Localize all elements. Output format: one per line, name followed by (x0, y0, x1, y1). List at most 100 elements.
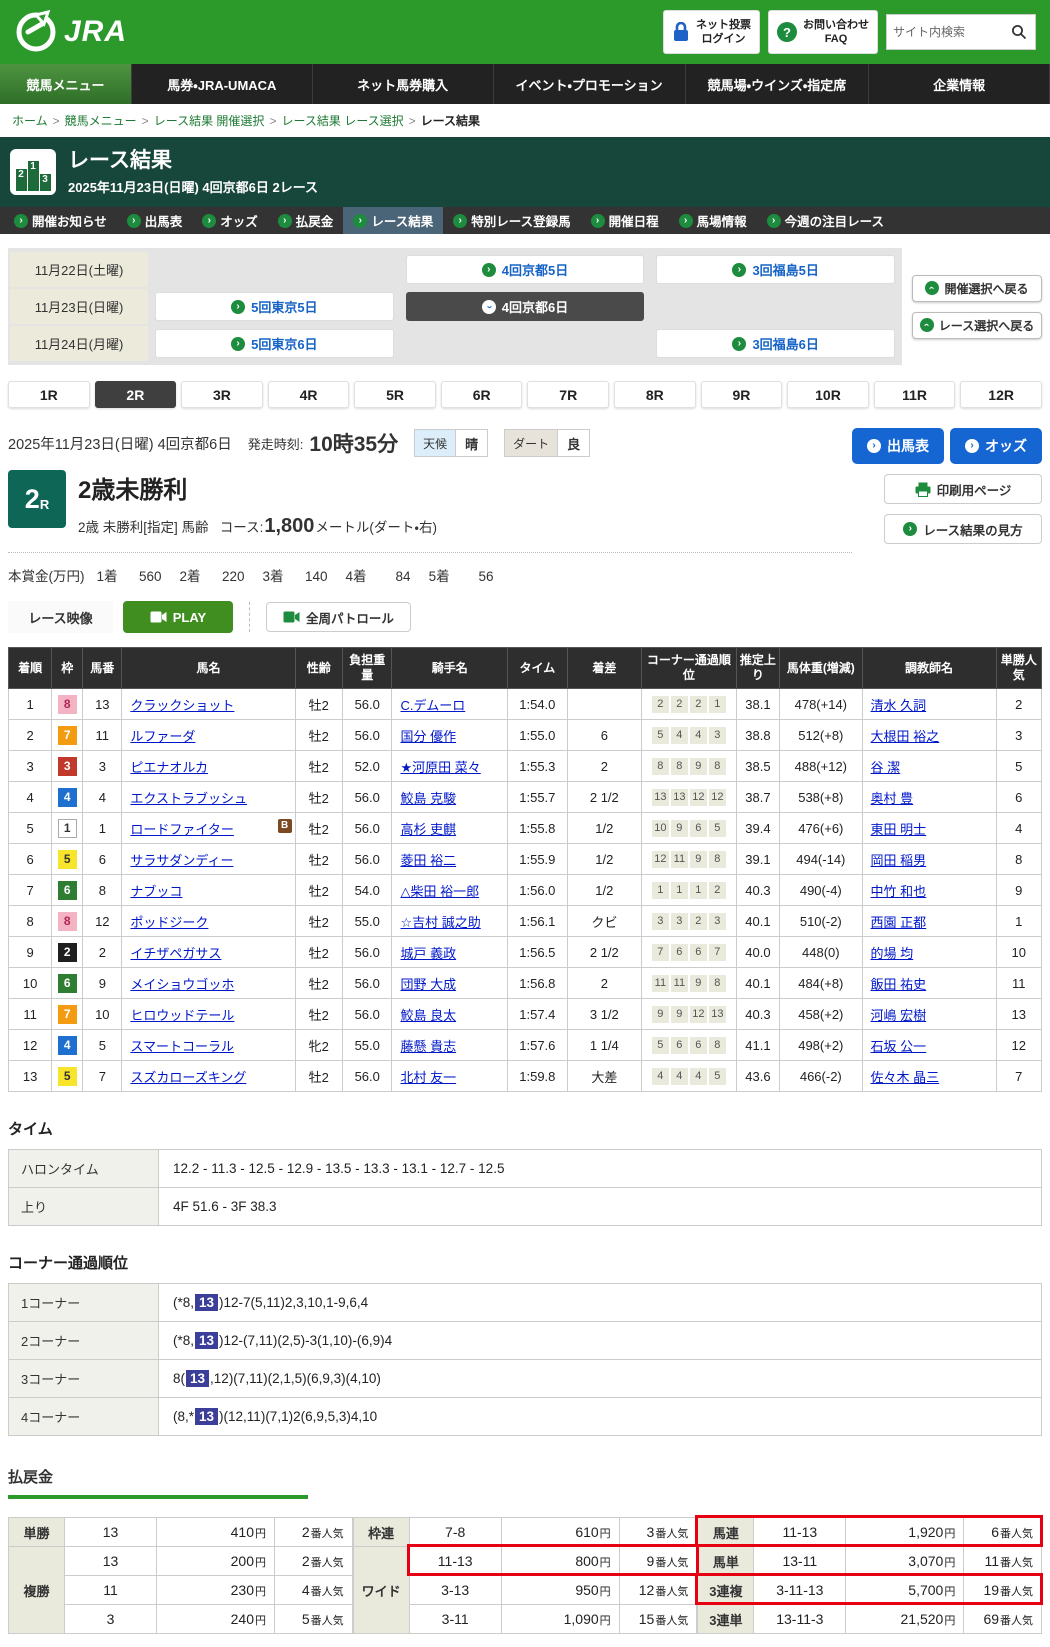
jra-logo[interactable]: JRA (14, 10, 127, 54)
sub-nav-item-2[interactable]: ›オッズ (192, 207, 268, 234)
jockey-link[interactable]: 高杉 吏麒 (400, 822, 456, 837)
nav-item-0[interactable]: 競馬メニュー (0, 64, 132, 104)
horse-name-link[interactable]: ナブッコ (130, 884, 182, 899)
race-tab-7R[interactable]: 7R (527, 381, 609, 408)
meeting-button-1-1[interactable]: ›4回京都6日 (406, 292, 645, 321)
race-tab-10R[interactable]: 10R (787, 381, 869, 408)
horse-name-link[interactable]: ピエナオルカ (130, 760, 208, 775)
meeting-button-0-2[interactable]: ›3回福島5日 (656, 255, 895, 284)
finish-time: 1:56.5 (507, 937, 567, 968)
jockey-link[interactable]: △柴田 裕一郎 (400, 884, 479, 899)
breadcrumb-separator: > (53, 114, 60, 128)
horse-name-link[interactable]: スマートコーラル (130, 1039, 234, 1054)
sub-nav-item-7[interactable]: ›馬場情報 (669, 207, 757, 234)
meeting-button-0-1[interactable]: ›4回京都5日 (406, 255, 645, 284)
trainer-link[interactable]: 中竹 和也 (871, 884, 927, 899)
search-icon[interactable] (1011, 24, 1027, 40)
jockey-link[interactable]: C.デムーロ (400, 698, 465, 713)
print-button[interactable]: 印刷用ページ (884, 474, 1042, 504)
sub-nav-item-8[interactable]: ›今週の注目レース (757, 207, 894, 234)
result-guide-button[interactable]: › レース結果の見方 (884, 514, 1042, 544)
odds-button[interactable]: › オッズ (950, 428, 1042, 464)
nav-item-1[interactable]: 馬券・JRA-UMACA (132, 64, 313, 104)
race-tab-12R[interactable]: 12R (960, 381, 1042, 408)
race-tab-9R[interactable]: 9R (701, 381, 783, 408)
jockey-link[interactable]: 国分 優作 (400, 729, 456, 744)
jockey-link[interactable]: 城戸 義政 (400, 946, 456, 961)
breadcrumb-item-3[interactable]: レース結果 レース選択 (281, 114, 403, 128)
jockey-link[interactable]: ☆吉村 誠之助 (400, 915, 480, 930)
back-to-meeting-select-button[interactable]: ›開催選択へ戻る (912, 275, 1042, 302)
trainer-link[interactable]: 清水 久詞 (871, 698, 927, 713)
horse-name-link[interactable]: ポッドジーク (130, 915, 208, 930)
trainer-link[interactable]: 谷 潔 (871, 760, 901, 775)
race-tab-4R[interactable]: 4R (268, 381, 350, 408)
back-to-race-select-button[interactable]: ›レース選択へ戻る (912, 312, 1042, 339)
jockey-link[interactable]: ★河原田 菜々 (400, 760, 480, 775)
waku-badge: 6 (58, 974, 77, 993)
race-tab-8R[interactable]: 8R (614, 381, 696, 408)
race-tab-5R[interactable]: 5R (354, 381, 436, 408)
nav-item-3[interactable]: イベント・プロモーション (494, 64, 686, 104)
meeting-button-2-2[interactable]: ›3回福島6日 (656, 329, 895, 358)
nav-item-4[interactable]: 競馬場・ウインズ・指定席 (686, 64, 870, 104)
jockey-link[interactable]: 藤懸 貴志 (400, 1039, 456, 1054)
waku-cell: 7 (52, 720, 83, 751)
horse-name-link[interactable]: エクストラブッシュ (130, 791, 247, 806)
meeting-button-1-0[interactable]: ›5回東京5日 (155, 292, 394, 321)
jockey-link[interactable]: 団野 大成 (400, 977, 456, 992)
horse-name-link[interactable]: クラックショット (130, 698, 234, 713)
faq-button[interactable]: ? お問い合わせ FAQ (768, 10, 878, 54)
patrol-video-button[interactable]: 全周パトロール (266, 602, 411, 632)
trainer-link[interactable]: 東田 明士 (871, 822, 927, 837)
results-row-12: 1245スマートコーラル牝255.0藤懸 貴志1:57.61 1/4566841… (9, 1030, 1042, 1061)
race-tab-2R[interactable]: 2R (95, 381, 177, 408)
sub-nav-item-6[interactable]: ›開催日程 (581, 207, 669, 234)
trainer-link[interactable]: 佐々木 晶三 (871, 1070, 940, 1085)
sub-nav-item-1[interactable]: ›出馬表 (117, 207, 193, 234)
jockey-link[interactable]: 鮫島 克駿 (400, 791, 456, 806)
race-tab-6R[interactable]: 6R (441, 381, 523, 408)
breadcrumb-item-1[interactable]: 競馬メニュー (65, 114, 137, 128)
horse-name-link[interactable]: サラサダンディー (130, 853, 233, 868)
sub-nav-item-0[interactable]: ›開催お知らせ (4, 207, 117, 234)
trainer-link[interactable]: 河嶋 宏樹 (871, 1008, 927, 1023)
highlighted-horse-number: 13 (195, 1294, 218, 1311)
horse-name-link[interactable]: スズカローズキング (130, 1070, 246, 1085)
trainer-link[interactable]: 飯田 祐史 (871, 977, 927, 992)
trainer-link[interactable]: 大根田 裕之 (871, 729, 940, 744)
breadcrumb-item-2[interactable]: レース結果 開催選択 (154, 114, 265, 128)
meeting-button-2-0[interactable]: ›5回東京6日 (155, 329, 394, 358)
finish-position: 11 (9, 999, 52, 1030)
sub-nav-item-4[interactable]: ›レース結果 (343, 207, 443, 234)
nav-item-2[interactable]: ネット馬券購入 (313, 64, 494, 104)
trainer-link[interactable]: 奥村 豊 (871, 791, 914, 806)
sub-nav-item-3[interactable]: ›払戻金 (268, 207, 344, 234)
trainer-link[interactable]: 石坂 公一 (871, 1039, 927, 1054)
play-button[interactable]: PLAY (123, 601, 233, 633)
breadcrumb-item-0[interactable]: ホーム (12, 114, 48, 128)
horse-name-cell: ピエナオルカ (122, 751, 295, 782)
search-input[interactable] (893, 25, 1011, 39)
race-tab-1R[interactable]: 1R (8, 381, 90, 408)
shutsuba-button[interactable]: › 出馬表 (852, 428, 944, 464)
horse-name-link[interactable]: メイショウゴッホ (130, 977, 234, 992)
horse-name-link[interactable]: ロードファイター (130, 822, 233, 837)
race-tab-11R[interactable]: 11R (874, 381, 956, 408)
jockey-link[interactable]: 北村 友一 (400, 1070, 456, 1085)
sub-nav-item-5[interactable]: ›特別レース登録馬 (443, 207, 580, 234)
corner-position: 9 (671, 820, 688, 837)
horse-name-link[interactable]: ヒロウッドテール (130, 1008, 234, 1023)
payout-combination: 3 (65, 1605, 157, 1634)
trainer-link[interactable]: 岡田 稲男 (871, 853, 927, 868)
nav-item-5[interactable]: 企業情報 (869, 64, 1050, 104)
race-tab-3R[interactable]: 3R (181, 381, 263, 408)
horse-name-link[interactable]: ルファーダ (130, 729, 195, 744)
net-vote-login-button[interactable]: ネット投票 ログイン (663, 10, 760, 54)
trainer-link[interactable]: 西園 正都 (871, 915, 927, 930)
race-video-tab[interactable]: レース映像 (8, 601, 113, 633)
jockey-link[interactable]: 鮫島 良太 (400, 1008, 456, 1023)
jockey-link[interactable]: 菱田 裕二 (400, 853, 456, 868)
trainer-link[interactable]: 的場 均 (871, 946, 914, 961)
horse-name-link[interactable]: イチザペガサス (130, 946, 221, 961)
